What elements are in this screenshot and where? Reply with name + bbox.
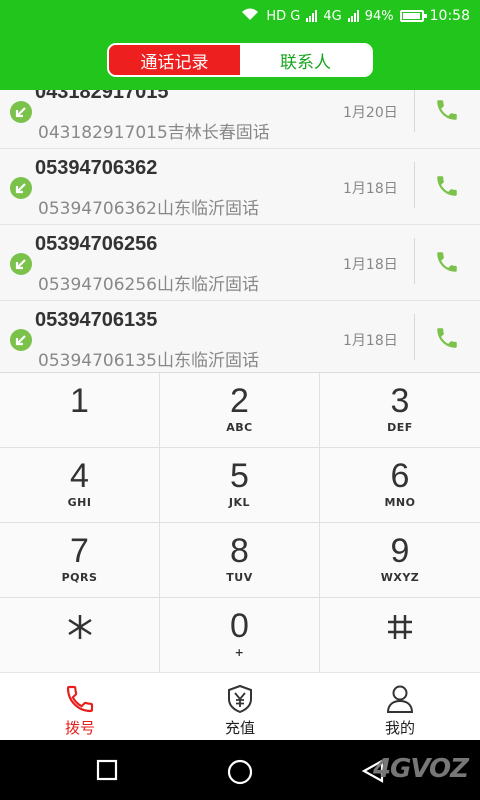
tab-label: 拨号	[64, 719, 95, 737]
key-digit: 3	[390, 382, 410, 420]
battery-icon	[399, 10, 427, 22]
key-8[interactable]: 8 TUV	[160, 523, 320, 598]
network-hd-label: HD G	[266, 8, 301, 24]
tab-profile[interactable]: 我的	[320, 673, 480, 741]
tab-contacts[interactable]: 联系人	[240, 45, 371, 75]
call-number: 05394706362	[35, 157, 158, 179]
key-letters: PQRS	[61, 571, 98, 584]
key-digit: 2	[230, 382, 249, 420]
star-icon	[65, 612, 95, 649]
key-letters: JKL	[228, 496, 251, 509]
call-location: 043182917015吉林长春固话	[38, 123, 270, 143]
incoming-call-icon	[10, 177, 32, 199]
network-4g-label: 4G	[323, 8, 342, 24]
battery-percent: 94%	[364, 8, 394, 24]
tab-label: 我的	[384, 719, 415, 737]
key-letters: DEF	[387, 421, 413, 434]
call-number: 05394706256	[35, 233, 158, 255]
home-icon[interactable]	[226, 758, 254, 786]
key-1[interactable]: 1	[0, 373, 160, 448]
incoming-call-icon	[10, 253, 32, 275]
call-location: 05394706256山东临沂固话	[38, 275, 259, 295]
call-date: 1月18日	[343, 333, 398, 349]
key-5[interactable]: 5 JKL	[160, 448, 320, 523]
phone-icon[interactable]	[434, 249, 460, 275]
key-letters: +	[234, 646, 245, 659]
tab-dial[interactable]: 拨号	[0, 673, 160, 741]
call-log-row[interactable]: 043182917015 043182917015吉林长春固话 1月20日	[0, 90, 480, 149]
call-location: 05394706362山东临沂固话	[38, 199, 259, 219]
key-3[interactable]: 3 DEF	[320, 373, 480, 448]
yuan-shield-icon	[228, 684, 252, 714]
key-digit: 8	[230, 532, 249, 570]
app-header: HD G 4G 94% 10:58 通话记录 联系人	[0, 0, 480, 90]
call-log-list[interactable]: 043182917015 043182917015吉林长春固话 1月20日 05…	[0, 90, 480, 372]
recent-apps-icon[interactable]	[95, 758, 119, 782]
key-star[interactable]	[0, 598, 160, 673]
key-letters: ABC	[226, 421, 253, 434]
key-digit: 1	[70, 382, 89, 420]
signal-icon	[306, 10, 318, 22]
call-log-row[interactable]: 05394706256 05394706256山东临沂固话 1月18日	[0, 225, 480, 301]
call-number: 043182917015	[35, 90, 169, 103]
key-digit: 9	[390, 532, 410, 570]
key-2[interactable]: 2 ABC	[160, 373, 320, 448]
key-letters: MNO	[384, 496, 416, 509]
key-letters: TUV	[226, 571, 253, 584]
tab-label: 充值	[224, 719, 255, 737]
signal-icon-2	[347, 10, 359, 22]
phone-icon[interactable]	[434, 97, 460, 123]
call-number: 05394706135	[35, 309, 158, 331]
key-digit: 5	[230, 457, 249, 495]
row-divider	[414, 162, 415, 208]
phone-icon[interactable]	[434, 325, 460, 351]
system-nav-bar: 4GVOZ	[0, 740, 480, 800]
key-letters: WXYZ	[380, 571, 420, 584]
tab-recharge[interactable]: 充值	[160, 673, 320, 741]
key-0[interactable]: 0 +	[160, 598, 320, 673]
incoming-call-icon	[10, 329, 32, 351]
watermark-logo: 4GVOZ	[372, 754, 469, 784]
row-divider	[414, 90, 415, 132]
call-location: 05394706135山东临沂固话	[38, 351, 259, 371]
call-date: 1月18日	[343, 257, 398, 273]
call-log-row[interactable]: 05394706362 05394706362山东临沂固话 1月18日	[0, 149, 480, 225]
dial-pad: 1 2 ABC 3 DEF 4 GHI 5 JKL 6 MNO 7 PQRS 8 TUV 9W…	[0, 372, 480, 673]
phone-icon	[66, 685, 94, 713]
key-digit: 0	[230, 607, 249, 645]
key-6[interactable]: 6 MNO	[320, 448, 480, 523]
incoming-call-icon	[10, 101, 32, 123]
status-bar: HD G 4G 94% 10:58	[240, 6, 470, 26]
key-letters: GHI	[67, 496, 92, 509]
key-digit: 7	[70, 532, 89, 570]
phone-icon[interactable]	[434, 173, 460, 199]
row-divider	[414, 314, 415, 360]
key-digit: 6	[390, 457, 410, 495]
call-date: 1月20日	[343, 105, 398, 121]
user-icon	[386, 685, 414, 713]
clock: 10:58	[429, 8, 470, 24]
key-7[interactable]: 7 PQRS	[0, 523, 160, 598]
key-hash[interactable]	[320, 598, 480, 673]
row-divider	[414, 238, 415, 284]
view-switcher: 通话记录 联系人	[107, 43, 373, 77]
call-date: 1月18日	[343, 181, 398, 197]
wifi-icon	[240, 7, 260, 25]
call-log-row[interactable]: 05394706135 05394706135山东临沂固话 1月18日	[0, 301, 480, 372]
key-digit: 4	[70, 457, 89, 495]
hash-icon	[385, 612, 415, 649]
key-9[interactable]: 9 WXYZ	[320, 523, 480, 598]
tab-call-log[interactable]: 通话记录	[109, 45, 240, 75]
bottom-tab-bar: 拨号 充值 我的	[0, 672, 480, 740]
key-4[interactable]: 4 GHI	[0, 448, 160, 523]
